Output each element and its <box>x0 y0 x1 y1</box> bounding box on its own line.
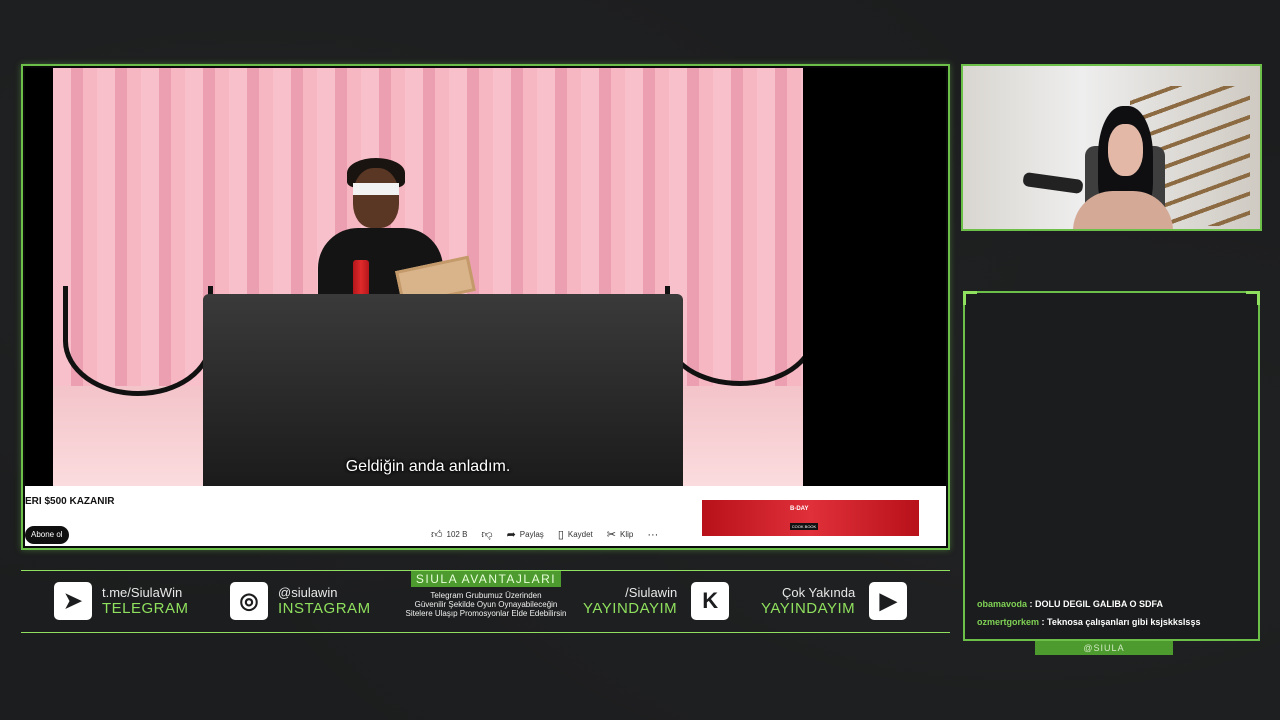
youtube-handle: Çok Yakında <box>781 585 856 600</box>
streamer-face <box>1108 124 1143 176</box>
chat-username: ozmertgorkem <box>977 617 1040 627</box>
video-title[interactable]: ERI $500 KAZANIR <box>25 496 114 507</box>
more-button[interactable]: ··· <box>647 529 658 541</box>
video-scene: Geldiğin anda anladım. <box>53 68 803 486</box>
kick-handle: /Siulawin <box>625 585 678 600</box>
youtube-block[interactable]: Çok Yakında YAYINDAYIM ▶ <box>761 582 908 620</box>
video-panel: Geldiğin anda anladım. ERI $500 KAZANIR … <box>21 64 950 550</box>
like-button[interactable]: 👍︎ 102 B <box>431 528 467 541</box>
telegram-block[interactable]: ➤ t.me/SiulaWin TELEGRAM <box>54 582 189 620</box>
scissors-icon: ✂ <box>606 529 616 541</box>
thumbs-up-icon: 👍︎ <box>431 529 443 541</box>
instagram-text: @siulawin INSTAGRAM <box>278 585 371 617</box>
advantages-line-2: Güvenilir Şekilde Oyun Oynayabileceğin <box>414 600 558 609</box>
like-count: 102 B <box>446 530 468 539</box>
kick-icon: K <box>691 582 730 620</box>
social-bar: ➤ t.me/SiulaWin TELEGRAM ◎ @siulawin INS… <box>21 570 950 634</box>
channel-tag: @SIULA <box>1035 641 1173 655</box>
youtube-text: Çok Yakında YAYINDAYIM <box>761 585 855 617</box>
chat-message: ozmertgorkem : Teknosa çalışanları gibi … <box>977 613 1252 631</box>
headband <box>353 183 399 195</box>
youtube-label: YAYINDAYIM <box>761 600 856 617</box>
thumbs-down-icon: 👎︎ <box>481 529 493 541</box>
chat-text: : DOLU DEGIL GALIBA O SDFA <box>1029 599 1164 609</box>
video-subtitle: Geldiğin anda anladım. <box>345 458 511 475</box>
ad-text: B-DAY <box>790 506 809 512</box>
video-actions: 👍︎ 102 B 👎︎ ➦ Paylaş ▯ Kaydet ✂ Klip ··· <box>431 528 658 542</box>
advantages-text: Telegram Grubumuz Üzerinden Güvenilir Şe… <box>391 591 581 618</box>
chat-username: obamavoda <box>977 599 1028 609</box>
share-icon: ➦ <box>506 529 516 541</box>
save-button[interactable]: ▯ Kaydet <box>558 528 593 541</box>
microphone <box>1022 171 1084 195</box>
advantages-title: SIULA AVANTAJLARI <box>410 571 562 587</box>
save-label: Kaydet <box>567 530 593 539</box>
chat-messages: obamavoda : DOLU DEGIL GALIBA O SDFA ozm… <box>977 595 1252 631</box>
chat-corner-tr <box>1246 291 1260 305</box>
bookmark-icon: ▯ <box>557 529 564 541</box>
kick-label: YAYINDAYIM <box>583 600 678 617</box>
telegram-handle: t.me/SiulaWin <box>102 585 183 600</box>
subscribe-button[interactable]: Abone ol <box>25 526 69 544</box>
share-button[interactable]: ➦ Paylaş <box>507 528 544 541</box>
youtube-icon: ▶ <box>869 582 908 620</box>
advantages-line-1: Telegram Grubumuz Üzerinden <box>430 591 542 600</box>
telegram-label: TELEGRAM <box>102 600 189 617</box>
instagram-label: INSTAGRAM <box>278 600 371 617</box>
kick-text: /Siulawin YAYINDAYIM <box>583 585 677 617</box>
instagram-block[interactable]: ◎ @siulawin INSTAGRAM <box>230 582 371 620</box>
chat-text: : Teknosa çalışanları gibi ksjskksIsşs <box>1041 617 1201 627</box>
ad-banner[interactable]: B-DAY COOK BOOK <box>702 500 919 536</box>
instagram-icon: ◎ <box>230 582 268 620</box>
more-icon: ··· <box>647 528 659 541</box>
share-label: Paylaş <box>519 530 544 539</box>
bar-bottom-line <box>21 632 950 633</box>
telegram-text: t.me/SiulaWin TELEGRAM <box>102 585 189 617</box>
rope-right <box>665 286 803 386</box>
video-player[interactable]: Geldiğin anda anladım. <box>25 68 946 486</box>
instagram-handle: @siulawin <box>278 585 338 600</box>
advantages-box: SIULA AVANTAJLARI Telegram Grubumuz Üzer… <box>391 570 581 618</box>
kick-block[interactable]: /Siulawin YAYINDAYIM K <box>583 582 730 620</box>
video-info-strip: ERI $500 KAZANIR Abone ol 👍︎ 102 B 👎︎ ➦ … <box>25 486 946 546</box>
clip-button[interactable]: ✂ Klip <box>607 528 634 541</box>
telegram-icon: ➤ <box>54 582 92 620</box>
clip-label: Klip <box>620 530 634 539</box>
webcam-panel <box>961 64 1262 231</box>
person-head <box>353 168 399 228</box>
ad-button[interactable]: COOK BOOK <box>790 523 818 530</box>
rope-left <box>63 286 213 396</box>
chat-corner-tl <box>963 291 977 305</box>
chat-panel: obamavoda : DOLU DEGIL GALIBA O SDFA ozm… <box>963 291 1260 641</box>
advantages-line-3: Sitelere Ulaşıp Promosyonlar Elde Edebil… <box>405 609 567 618</box>
chat-message: obamavoda : DOLU DEGIL GALIBA O SDFA <box>977 595 1252 613</box>
dislike-button[interactable]: 👎︎ <box>481 528 492 541</box>
drink-can <box>353 260 369 296</box>
